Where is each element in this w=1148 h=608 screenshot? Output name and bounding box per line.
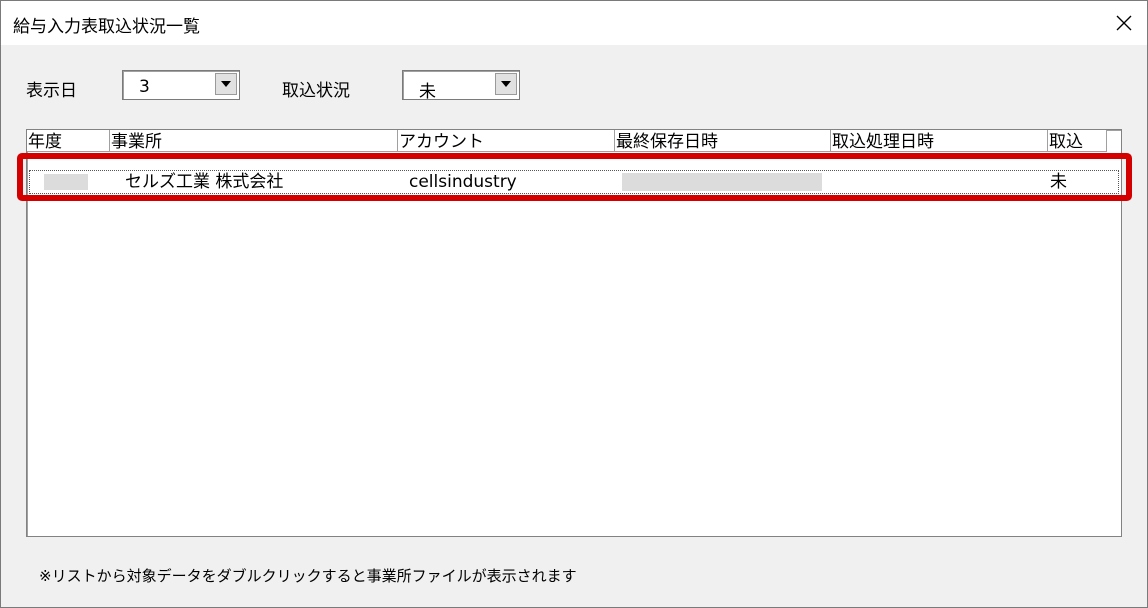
table-row[interactable]: セルズ工業 株式会社 cellsindustry 未 xyxy=(29,170,1119,194)
redacted-year xyxy=(44,174,88,190)
row-office: セルズ工業 株式会社 xyxy=(125,172,284,192)
dropdown-arrow-icon xyxy=(501,81,511,87)
column-header-office[interactable]: 事業所 xyxy=(110,130,398,152)
import-status-label: 取込状況 xyxy=(282,81,350,101)
dropdown-arrow-icon xyxy=(221,81,231,87)
import-status-list[interactable]: 年度 事業所 アカウント 最終保存日時 取込処理日時 取込 セルズ工業 株式会社… xyxy=(26,129,1122,537)
row-imported: 未 xyxy=(1050,172,1067,192)
row-account: cellsindustry xyxy=(409,172,517,192)
close-button[interactable] xyxy=(1101,1,1147,45)
column-header-account[interactable]: アカウント xyxy=(398,130,615,152)
close-icon xyxy=(1116,15,1132,31)
display-day-dropdown-button[interactable] xyxy=(215,73,237,95)
import-status-select[interactable]: 未 xyxy=(402,70,520,102)
import-status-value: 未 xyxy=(419,82,436,102)
column-header-last-saved[interactable]: 最終保存日時 xyxy=(615,130,831,152)
column-header-imported[interactable]: 取込 xyxy=(1048,130,1107,152)
display-day-label: 表示日 xyxy=(26,81,77,101)
display-day-select[interactable]: 3 xyxy=(122,70,240,100)
import-status-dropdown-button[interactable] xyxy=(495,73,517,95)
redacted-last-saved xyxy=(622,173,822,191)
title-bar: 給与入力表取込状況一覧 xyxy=(1,1,1147,45)
window-title: 給与入力表取込状況一覧 xyxy=(13,17,200,37)
column-header-import-processed[interactable]: 取込処理日時 xyxy=(831,130,1048,152)
dialog-window: 給与入力表取込状況一覧 表示日 3 取込状況 未 年度 事業所 アカウント 最終… xyxy=(0,0,1148,608)
instruction-note: ※リストから対象データをダブルクリックすると事業所ファイルが表示されます xyxy=(39,567,577,585)
display-day-value: 3 xyxy=(139,77,150,97)
column-header-year[interactable]: 年度 xyxy=(27,130,110,152)
